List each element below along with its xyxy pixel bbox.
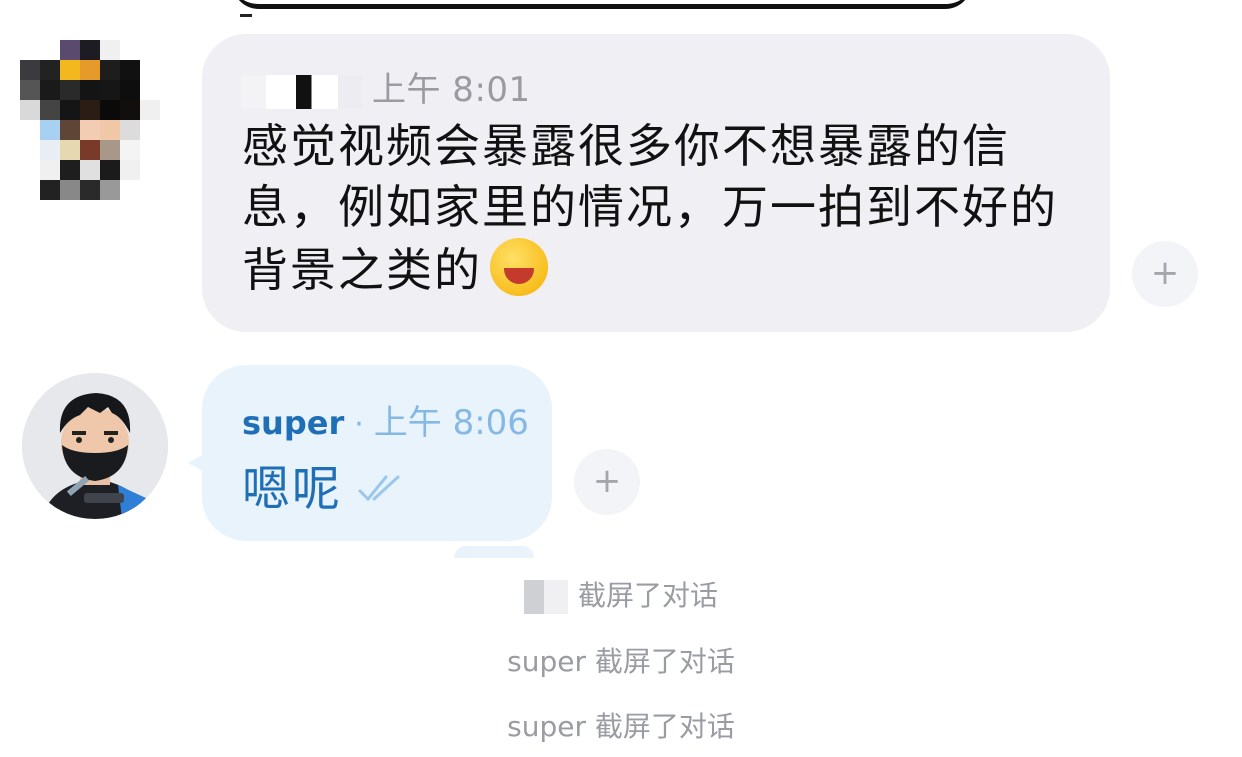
message-meta: super · 上午 8:06 xyxy=(242,395,529,444)
system-event-screenshot: super 截屏了对话 xyxy=(0,640,1242,680)
previous-message-tail xyxy=(240,14,252,17)
system-event-text: 截屏了对话 xyxy=(594,645,735,678)
avatar-super[interactable] xyxy=(22,373,168,519)
add-reaction-button[interactable]: + xyxy=(574,449,640,515)
incoming-message-bubble[interactable]: 上午 8:01 感觉视频会暴露很多你不想暴露的信息，例如家里的情况，万一拍到不好… xyxy=(202,34,1110,332)
message-body: 嗯呢 xyxy=(242,461,343,517)
system-event-actor: super xyxy=(507,645,586,678)
meta-separator: · xyxy=(354,407,364,442)
message-text[interactable]: 感觉视频会暴露很多你不想暴露的信息，例如家里的情况，万一拍到不好的背景之类的 xyxy=(242,116,1082,301)
actor-name-blurred xyxy=(523,580,568,614)
reply-message-bubble[interactable]: super · 上午 8:06 嗯呢 xyxy=(188,365,552,541)
avatar-illustration-icon xyxy=(22,373,168,519)
next-message-bubble-edge xyxy=(454,546,534,558)
add-reaction-button[interactable]: + xyxy=(1132,241,1198,307)
message-body: 感觉视频会暴露很多你不想暴露的信息，例如家里的情况，万一拍到不好的背景之类的 xyxy=(242,119,1058,297)
sender-name-blurred xyxy=(242,75,362,109)
read-double-check-icon xyxy=(358,475,400,502)
system-event-actor: super xyxy=(507,710,586,743)
system-event-screenshot: super 截屏了对话 xyxy=(0,705,1242,745)
sender-name[interactable]: super xyxy=(242,404,344,442)
system-event-screenshot: 截屏了对话 xyxy=(0,574,1242,614)
system-event-text: 截屏了对话 xyxy=(577,579,718,612)
avatar-pixelated[interactable] xyxy=(20,40,180,200)
message-meta: 上午 8:01 xyxy=(242,62,531,111)
rolling-on-floor-laughing-emoji-icon xyxy=(490,238,548,296)
message-time: 上午 8:06 xyxy=(373,403,529,443)
previous-message-bubble-edge xyxy=(232,0,972,9)
message-time: 上午 8:01 xyxy=(372,70,531,110)
system-event-text: 截屏了对话 xyxy=(594,710,735,743)
